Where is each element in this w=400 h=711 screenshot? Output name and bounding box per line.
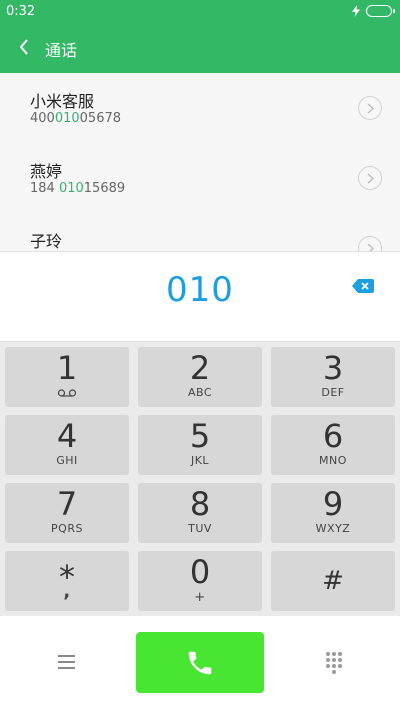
page-title: 通话 [45, 41, 78, 60]
contact-detail-button[interactable] [358, 166, 382, 190]
chevron-right-icon [367, 173, 374, 183]
key-letters: WXYZ [315, 522, 351, 535]
key-letters: JKL [190, 454, 210, 467]
key-digit: # [322, 566, 344, 596]
key-0[interactable]: 0 + [138, 551, 262, 611]
contact-name: 子玲 [30, 232, 63, 251]
contact-number: 184 01015689 [30, 181, 125, 196]
dialed-number: 010 [166, 270, 234, 310]
chevron-right-icon [367, 103, 374, 113]
chevron-right-icon [367, 243, 374, 251]
key-6[interactable]: 6 MNO [271, 415, 395, 475]
contact-list: 小米客服 40001005678 燕婷 184 01015689 子玲 [0, 73, 400, 251]
key-hash[interactable]: # [271, 551, 395, 611]
key-letters: , [63, 581, 71, 602]
key-2[interactable]: 2 ABC [138, 347, 262, 407]
key-digit: 2 [189, 349, 211, 387]
charging-bolt-icon [352, 5, 360, 17]
dial-keypad: 1 2 ABC 3 DEF 4 GHI 5 JKL 6 MNO 7 PQRS 8… [0, 342, 400, 616]
key-9[interactable]: 9 WXYZ [271, 483, 395, 543]
backspace-icon[interactable] [351, 277, 375, 295]
battery-icon [366, 5, 395, 17]
key-7[interactable]: 7 PQRS [5, 483, 129, 543]
key-3[interactable]: 3 DEF [271, 347, 395, 407]
key-digit: 0 [189, 553, 211, 591]
number-prefix: 184 [30, 181, 59, 196]
key-letters: + [194, 590, 206, 605]
key-letters: MNO [319, 454, 347, 467]
dialpad-icon[interactable] [322, 651, 346, 675]
key-digit: 8 [189, 485, 211, 523]
key-letters: ABC [187, 386, 213, 399]
menu-icon[interactable] [50, 651, 84, 675]
key-digit: 3 [322, 349, 344, 387]
voicemail-icon [5, 387, 129, 400]
key-digit: 9 [322, 485, 344, 523]
call-button[interactable] [136, 632, 264, 693]
dial-display: 010 [0, 251, 400, 342]
contact-number: 40001005678 [30, 111, 121, 126]
key-letters: GHI [56, 454, 78, 467]
key-5[interactable]: 5 JKL [138, 415, 262, 475]
number-match: 010 [58, 181, 84, 196]
key-digit: 6 [322, 417, 344, 455]
key-4[interactable]: 4 GHI [5, 415, 129, 475]
key-letters: PQRS [51, 522, 83, 535]
key-digit: 1 [56, 349, 78, 387]
number-suffix: 05678 [79, 111, 122, 126]
key-1[interactable]: 1 [5, 347, 129, 407]
key-digit: 4 [56, 417, 78, 455]
phone-icon [188, 651, 212, 674]
status-icons [352, 5, 395, 17]
key-letters: TUV [188, 522, 212, 535]
number-prefix: 400 [30, 111, 55, 126]
number-match: 010 [54, 111, 80, 126]
key-letters: DEF [321, 386, 345, 399]
contact-name: 小米客服 [30, 92, 95, 111]
status-time: 0:32 [6, 4, 36, 19]
number-suffix: 15689 [83, 181, 126, 196]
key-digit: 5 [189, 417, 211, 455]
key-8[interactable]: 8 TUV [138, 483, 262, 543]
contact-name: 燕婷 [30, 162, 63, 181]
key-digit: 7 [56, 485, 78, 523]
bottom-bar [0, 616, 400, 711]
list-item[interactable]: 燕婷 184 01015689 [0, 143, 400, 213]
chevron-left-icon [19, 39, 28, 55]
list-item[interactable]: 小米客服 40001005678 [0, 73, 400, 143]
contact-detail-button[interactable] [358, 236, 382, 251]
back-button[interactable] [14, 36, 34, 58]
contact-detail-button[interactable] [358, 96, 382, 120]
top-bar: 0:32 通话 [0, 0, 400, 73]
list-item[interactable]: 子玲 [0, 213, 400, 251]
key-star[interactable]: * , [5, 551, 129, 611]
